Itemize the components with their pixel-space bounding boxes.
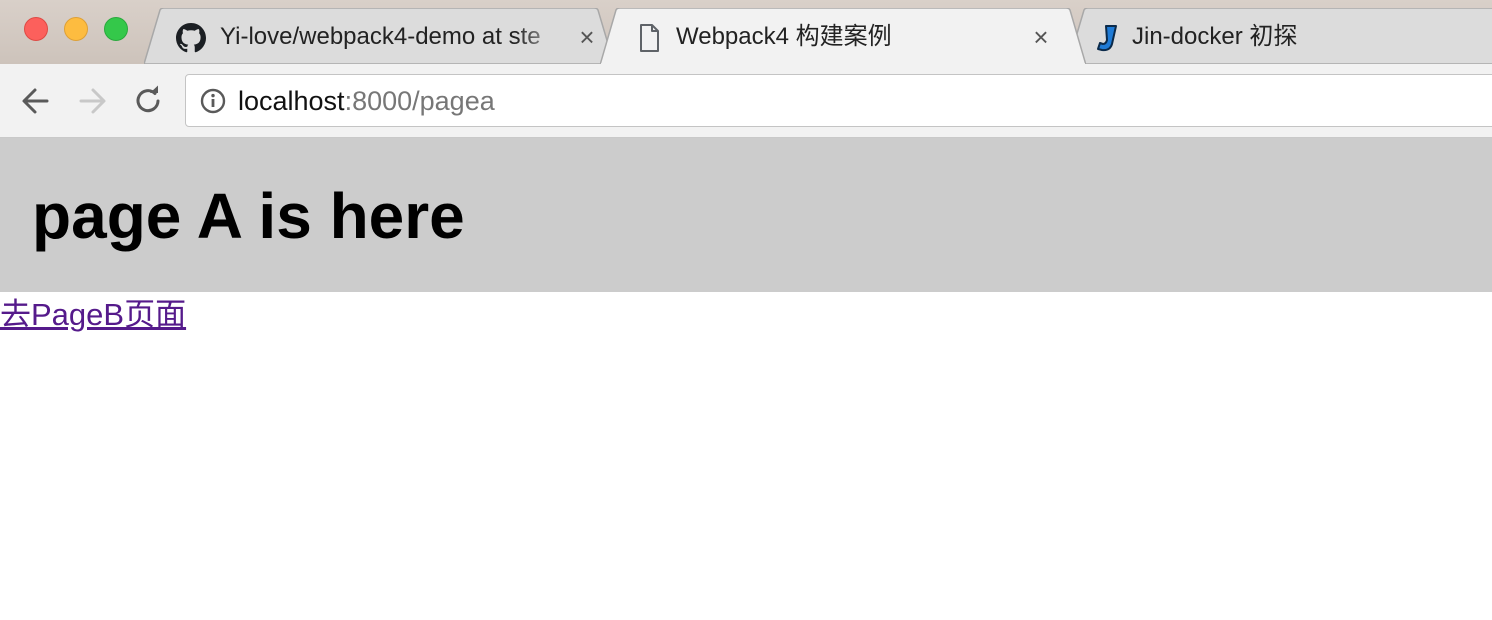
window-maximize-button[interactable] [104,17,128,41]
tab-webpack4[interactable]: Webpack4 构建案例 × [600,8,1086,65]
tab-close-button[interactable]: × [1028,24,1054,50]
info-icon[interactable] [200,88,226,114]
window-minimize-button[interactable] [64,17,88,41]
arrow-left-icon [22,88,49,114]
tab-title: Yi-love/webpack4-demo at ste [220,23,541,50]
tab-close-button[interactable]: × [574,24,600,50]
url-text[interactable]: localhost:8000/pagea [238,85,495,117]
jin-logo-icon [1092,23,1122,53]
page-header-banner: page A is here [0,138,1492,292]
arrow-right-icon [79,88,106,114]
url-host: localhost [238,86,345,116]
page-heading: page A is here [32,180,465,252]
back-button[interactable] [17,82,55,120]
page-b-link[interactable]: 去PageB页面 [0,294,186,336]
document-icon [634,23,664,53]
reload-icon [136,85,160,113]
forward-button[interactable] [73,82,111,120]
tab-jin-docker[interactable]: Jin-docker 初探 [1068,8,1492,64]
tab-title: Jin-docker 初探 [1132,23,1298,50]
tab-title: Webpack4 构建案例 [676,23,892,50]
tab-github[interactable]: Yi-love/webpack4-demo at ste × [144,8,614,64]
window-close-button[interactable] [24,17,48,41]
url-port-path: :8000/pagea [344,86,495,116]
reload-button[interactable] [129,82,167,120]
address-bar[interactable]: localhost:8000/pagea [185,74,1492,127]
page-viewport: page A is here 去PageB页面 [0,138,1492,620]
browser-toolbar: localhost:8000/pagea [0,64,1492,138]
github-icon [176,23,206,53]
browser-titlebar: Yi-love/webpack4-demo at ste × Jin-docke… [0,0,1492,65]
